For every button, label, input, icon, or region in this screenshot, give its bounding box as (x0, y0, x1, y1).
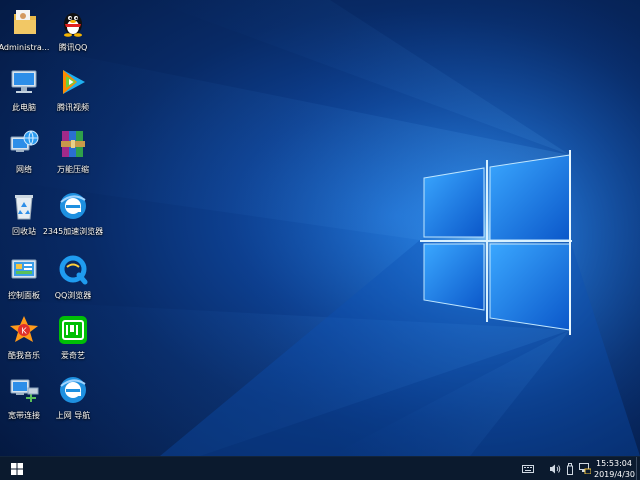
clock-time: 15:53:04 (596, 459, 632, 468)
desktop-icon-2345-browser[interactable]: 2345加速浏览器 (41, 190, 105, 237)
ie-browser-icon (57, 374, 89, 406)
desktop-icon-label: QQ浏览器 (54, 291, 92, 300)
desktop-icon-label: 腾讯QQ (58, 43, 88, 52)
desktop-icon-label: 上网 导航 (55, 411, 91, 420)
desktop-icon-tencent-video[interactable]: 腾讯视频 (41, 66, 105, 113)
usb-icon[interactable] (564, 461, 576, 476)
svg-text:K: K (21, 327, 27, 336)
desktop-icon-web-navigation[interactable]: 上网 导航 (41, 374, 105, 421)
network-globe-icon (8, 128, 40, 160)
desktop-icon-label: 腾讯视频 (57, 103, 89, 112)
clock-date: 2019/4/30 (594, 470, 636, 479)
kuwo-music-icon: K (8, 314, 40, 346)
windows-logo-icon (11, 462, 23, 475)
desktop-icon-label: 2345加速浏览器 (42, 227, 104, 236)
taskbar-clock[interactable]: 15:53:04 2019/4/30 (594, 458, 636, 480)
desktop: Administra... 腾讯QQ 此电脑 腾讯视频 网络 万能压缩 回收站 … (0, 0, 640, 480)
volume-icon[interactable] (548, 461, 562, 476)
show-desktop-button[interactable] (636, 457, 640, 480)
winrar-books-icon (57, 128, 89, 160)
desktop-icon-label: 万能压缩 (57, 165, 89, 174)
desktop-icon-iqiyi[interactable]: 爱奇艺 (41, 314, 105, 361)
computer-icon (8, 66, 40, 98)
keyboard-icon[interactable] (521, 461, 535, 476)
qq-browser-icon (57, 254, 89, 286)
desktop-icon-compress[interactable]: 万能压缩 (41, 128, 105, 175)
qq-penguin-icon (57, 6, 89, 38)
desktop-icon-qq-browser[interactable]: QQ浏览器 (41, 254, 105, 301)
desktop-icon-qq[interactable]: 腾讯QQ (41, 6, 105, 53)
start-button[interactable] (0, 457, 34, 480)
iqiyi-icon (57, 314, 89, 346)
ie-browser-icon (57, 190, 89, 222)
recycle-bin-icon (8, 190, 40, 222)
control-panel-icon (8, 254, 40, 286)
taskbar: 15:53:04 2019/4/30 (0, 456, 640, 480)
user-folder-icon (8, 6, 40, 38)
broadband-connection-icon (8, 374, 40, 406)
desktop-icon-label: 爱奇艺 (61, 351, 85, 360)
tencent-video-icon (57, 66, 89, 98)
network-icon[interactable] (578, 461, 592, 476)
